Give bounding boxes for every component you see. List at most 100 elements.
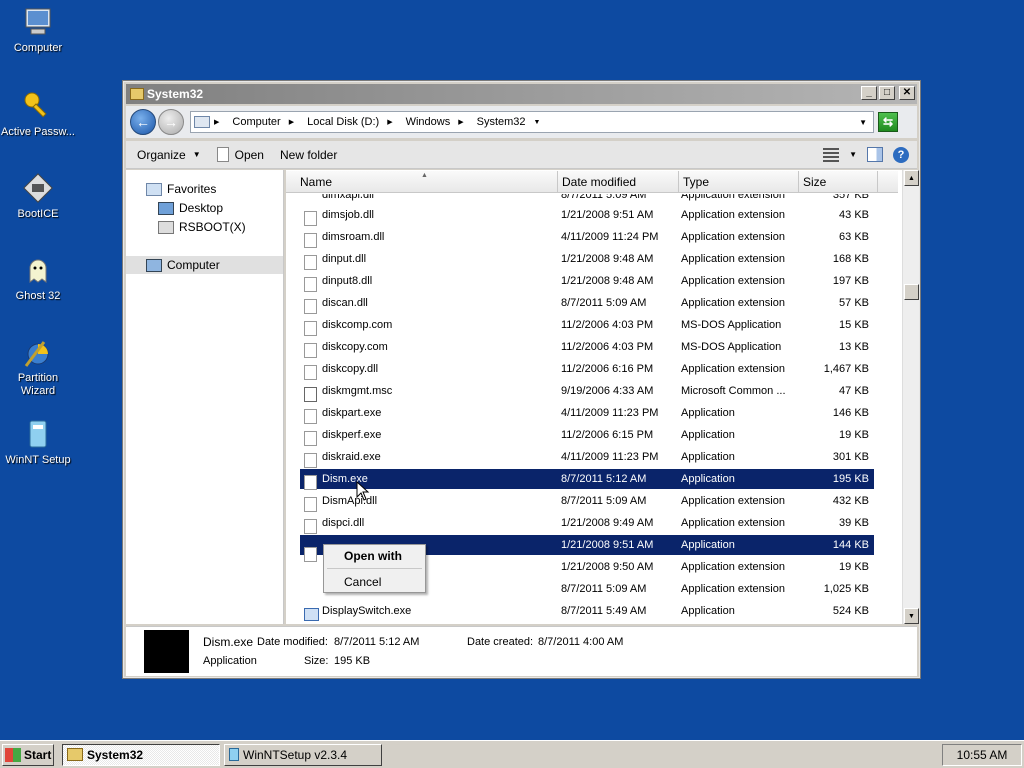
table-row[interactable]: DismApi.dll 8/7/2011 5:09 AM Application e…: [300, 491, 874, 512]
table-row[interactable]: dinput.dll 1/21/2008 9:48 AM Application e…: [300, 249, 874, 270]
vertical-scrollbar[interactable]: ▲ ▼: [902, 170, 919, 624]
column-type[interactable]: Type: [679, 171, 799, 192]
command-bar: Organize ▼ Open New folder ▼ ?: [126, 141, 917, 169]
menu-item-cancel[interactable]: Cancel: [344, 575, 381, 589]
table-row[interactable]: diskraid.exe 4/11/2009 11:23 PM Applicatio…: [300, 447, 874, 468]
nav-desktop[interactable]: Desktop: [158, 199, 223, 217]
taskbar-item-system32[interactable]: System32: [62, 743, 220, 766]
scroll-up-button[interactable]: ▲: [904, 170, 919, 186]
breadcrumb-windows[interactable]: Windows: [406, 116, 451, 128]
desktop-icon-computer[interactable]: Computer: [0, 6, 76, 55]
detail-type: Application: [203, 655, 257, 667]
new-folder-button[interactable]: New folder: [280, 148, 337, 162]
msc-file-icon: [304, 387, 317, 402]
detail-filename: Dism.exe: [203, 635, 254, 649]
breadcrumb-computer[interactable]: Computer: [232, 116, 280, 128]
drive-icon: [158, 220, 174, 234]
table-row[interactable]: diskcomp.com 11/2/2006 4:03 PM MS-DOS Appl…: [300, 315, 874, 336]
desktop-icon-partition-wizard[interactable]: Partition Wizard: [0, 336, 76, 398]
file-icon: [304, 453, 317, 468]
scroll-thumb[interactable]: [904, 284, 919, 300]
file-icon: [304, 299, 317, 314]
close-button[interactable]: ✕: [899, 86, 915, 100]
winnt-setup-icon: [29, 420, 47, 448]
forward-button[interactable]: →: [158, 109, 184, 135]
desktop-icon: [158, 201, 174, 215]
breadcrumb-arrow[interactable]: ▶: [458, 118, 468, 126]
file-name: dimxapi.dll: [322, 194, 374, 201]
table-row[interactable]: dimsroam.dll 4/11/2009 11:24 PM Applicatio…: [300, 227, 874, 248]
breadcrumb-local-disk[interactable]: Local Disk (D:): [307, 116, 379, 128]
back-button[interactable]: ←: [130, 109, 156, 135]
mouse-cursor-icon: [356, 481, 370, 501]
folder-icon: [130, 88, 144, 100]
file-size: 357 KB: [832, 194, 869, 201]
breadcrumb-arrow[interactable]: ▶: [387, 118, 397, 126]
column-header: ▲ Name Date modified Type Size: [286, 171, 898, 193]
refresh-button[interactable]: ⇆: [878, 112, 898, 132]
arrow-right-icon: →: [164, 114, 178, 130]
desktop-icon-bootice[interactable]: BootICE: [0, 172, 76, 221]
table-row[interactable]: diskpart.exe 4/11/2009 11:23 PM Applicatio…: [300, 403, 874, 424]
winnt-setup-icon: [229, 748, 239, 761]
desktop-icon-active-password[interactable]: Active Passw...: [0, 90, 76, 139]
table-row[interactable]: diskmgmt.msc 9/19/2006 4:33 AM Microsoft C…: [300, 381, 874, 402]
key-icon: [24, 92, 47, 118]
address-bar: ← → ▶ Computer ▶ Local Disk (D:) ▶ Windo…: [126, 106, 917, 138]
application-icon: [304, 608, 319, 621]
table-row[interactable]: diskcopy.com 11/2/2006 4:03 PM MS-DOS Appl…: [300, 337, 874, 358]
window-title: System32: [147, 87, 204, 101]
nav-computer[interactable]: Computer: [126, 256, 283, 274]
chevron-down-icon[interactable]: ▼: [859, 118, 867, 127]
organize-button[interactable]: Organize ▼: [137, 148, 201, 162]
desktop-icon-winnt-setup[interactable]: WinNT Setup: [0, 418, 76, 467]
table-row[interactable]: dispci.dll 1/21/2008 9:49 AM Application e…: [300, 513, 874, 534]
nav-rsboot[interactable]: RSBOOT(X): [158, 218, 246, 236]
system-tray-clock[interactable]: 10:55 AM: [942, 743, 1022, 766]
title-bar[interactable]: System32 _ □ ✕: [126, 84, 917, 104]
desktop-icon-ghost32[interactable]: Ghost 32: [0, 254, 76, 303]
folder-icon: [67, 748, 83, 761]
scroll-down-button[interactable]: ▼: [904, 608, 919, 624]
table-row[interactable]: diskperf.exe 11/2/2006 6:15 PM Application…: [300, 425, 874, 446]
help-icon[interactable]: ?: [893, 146, 909, 163]
table-row[interactable]: diskcopy.dll 11/2/2006 6:16 PM Application…: [300, 359, 874, 380]
file-icon: [304, 365, 317, 380]
document-icon: [216, 147, 229, 162]
table-row-selected[interactable]: Dism.exe 8/7/2011 5:12 AM Application 195 K…: [300, 469, 874, 490]
file-icon: [304, 277, 317, 292]
column-size[interactable]: Size: [799, 171, 878, 192]
navigation-pane: Favorites Desktop RSBOOT(X) Computer: [126, 170, 284, 624]
file-icon: [304, 409, 317, 424]
table-row[interactable]: dimsjob.dll 1/21/2008 9:51 AM Application …: [300, 205, 874, 226]
file-icon: [304, 519, 317, 534]
nav-favorites[interactable]: Favorites: [146, 180, 216, 198]
menu-separator: [327, 568, 422, 569]
minimize-button[interactable]: _: [861, 86, 877, 100]
maximize-button[interactable]: □: [879, 86, 895, 100]
chevron-down-icon[interactable]: ▼: [849, 150, 857, 159]
open-button[interactable]: Open: [216, 147, 264, 162]
context-menu: Open with Cancel: [323, 544, 426, 593]
breadcrumb-arrow[interactable]: ▶: [289, 118, 299, 126]
menu-item-open-with[interactable]: Open with: [344, 549, 402, 563]
column-date-modified[interactable]: Date modified: [558, 171, 679, 192]
table-row[interactable]: dinput8.dll 1/21/2008 9:48 AM Application …: [300, 271, 874, 292]
file-icon: [304, 431, 317, 446]
start-button[interactable]: Start: [2, 743, 54, 766]
taskbar-item-winntsetup[interactable]: WinNTSetup v2.3.4: [224, 743, 382, 766]
detail-modified-label: Date modified:: [257, 636, 328, 648]
column-name[interactable]: ▲ Name: [286, 171, 558, 192]
table-row-partial[interactable]: dimxapi.dll 8/7/2011 5:09 AM Application…: [300, 194, 874, 205]
arrow-left-icon: ←: [136, 114, 150, 130]
preview-pane-icon[interactable]: [867, 147, 883, 162]
detail-size: 195 KB: [334, 655, 371, 667]
table-row[interactable]: DisplaySwitch.exe 8/7/2011 5:49 AM Applica…: [300, 601, 874, 621]
views-icon[interactable]: [823, 147, 840, 162]
breadcrumb-system32[interactable]: System32: [477, 116, 526, 128]
computer-icon: [25, 8, 51, 35]
breadcrumb-arrow[interactable]: ▼: [534, 119, 546, 126]
address-field[interactable]: ▶ Computer ▶ Local Disk (D:) ▶ Windows ▶…: [190, 111, 874, 133]
breadcrumb-separator[interactable]: ▶: [214, 118, 224, 126]
table-row[interactable]: discan.dll 8/7/2011 5:09 AM Application ex…: [300, 293, 874, 314]
